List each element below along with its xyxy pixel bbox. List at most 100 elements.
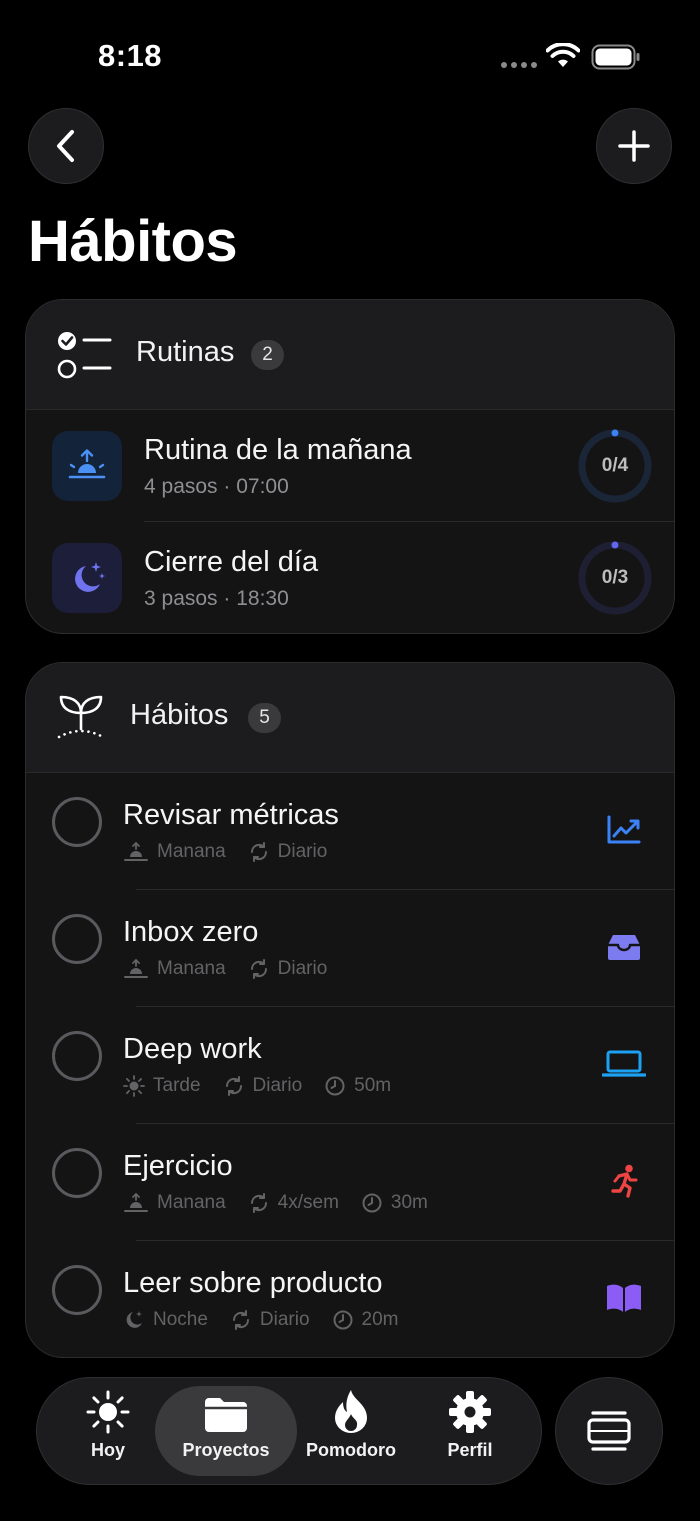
- cellular-signal-icon: [501, 62, 537, 68]
- habit-checkbox[interactable]: [52, 1031, 102, 1081]
- tab-label: Hoy: [90, 1440, 125, 1460]
- habit-time-of-day: Manana: [157, 841, 226, 862]
- habit-duration: 50m: [354, 1075, 392, 1096]
- habit-meta: Tarde Diario 50m: [123, 1075, 413, 1097]
- habit-row[interactable]: Revisar métricas Manana Diario: [26, 773, 674, 890]
- checklist-icon: [57, 332, 112, 379]
- routine-subtitle: 3 pasos · 18:30: [144, 587, 289, 610]
- book-open-icon: [607, 1284, 641, 1312]
- status-bar: 8:18: [0, 0, 700, 110]
- habit-row[interactable]: Leer sobre producto Noche Diario 20m: [26, 1241, 674, 1357]
- habits-header-label: Hábitos: [130, 699, 229, 731]
- tab-label: Perfil: [447, 1440, 493, 1460]
- habit-duration: 20m: [361, 1309, 399, 1330]
- tab-bar: Hoy Proyectos Pomodoro Perfil: [36, 1377, 542, 1485]
- add-button[interactable]: [596, 108, 672, 184]
- repeat-icon: [250, 959, 267, 979]
- sunrise-icon: [124, 841, 148, 861]
- sunrise-icon: [68, 449, 106, 479]
- routine-title: Cierre del día: [144, 546, 319, 578]
- tab-label: Pomodoro: [306, 1440, 396, 1460]
- habit-icon: [601, 927, 647, 967]
- gear-icon: [449, 1391, 491, 1433]
- habit-meta: Manana Diario: [123, 841, 349, 863]
- habit-meta: Manana 4x/sem 30m: [123, 1192, 450, 1214]
- habit-row[interactable]: Deep work Tarde Diario 50m: [26, 1007, 674, 1124]
- habit-icon: [601, 1278, 647, 1318]
- habit-duration: 30m: [390, 1192, 428, 1213]
- habit-icon: [601, 1161, 647, 1201]
- habit-checkbox[interactable]: [52, 1265, 102, 1315]
- habit-frequency: Diario: [259, 1309, 310, 1330]
- laptop-icon: [602, 1050, 646, 1077]
- habit-time-of-day: Manana: [157, 1192, 226, 1213]
- running-icon: [611, 1164, 638, 1198]
- clock-icon: [362, 1193, 382, 1213]
- habit-title: Deep work: [123, 1033, 262, 1065]
- habit-checkbox[interactable]: [52, 1148, 102, 1198]
- habit-time-of-day: Manana: [157, 958, 226, 979]
- moon-stars-icon: [75, 562, 105, 592]
- routine-icon-box: [52, 543, 122, 613]
- habit-time-of-day: Tarde: [153, 1075, 201, 1096]
- progress-label: 0/3: [601, 567, 629, 588]
- routines-card: Rutinas 2 Rutina de la mañana 4 pasos · …: [25, 299, 675, 634]
- repeat-icon: [250, 1193, 267, 1213]
- clock-icon: [325, 1076, 345, 1096]
- tab-pomodoro[interactable]: Pomodoro: [299, 1386, 403, 1476]
- routines-header-label: Rutinas: [136, 336, 235, 368]
- habit-frequency: Diario: [252, 1075, 303, 1096]
- routine-title: Rutina de la mañana: [144, 434, 412, 466]
- routine-row[interactable]: Rutina de la mañana 4 pasos · 07:00 0/4: [26, 410, 674, 522]
- repeat-icon: [232, 1310, 249, 1330]
- sun-icon: [123, 1075, 145, 1097]
- habit-checkbox[interactable]: [52, 797, 102, 847]
- progress-label: 0/4: [601, 455, 629, 476]
- routine-row[interactable]: Cierre del día 3 pasos · 18:30 0/3: [26, 522, 674, 633]
- habit-time-of-day: Noche: [153, 1309, 208, 1330]
- back-button[interactable]: [28, 108, 104, 184]
- habit-icon: [601, 1044, 647, 1084]
- wifi-icon: [546, 43, 580, 67]
- flame-icon: [335, 1390, 367, 1433]
- plus-icon: [618, 130, 650, 162]
- inbox-tray-icon: [608, 935, 640, 960]
- clock-icon: [333, 1310, 353, 1330]
- repeat-icon: [250, 842, 267, 862]
- habit-title: Leer sobre producto: [123, 1267, 383, 1299]
- habit-meta: Manana Diario: [123, 958, 349, 980]
- tab-proyectos[interactable]: Proyectos: [155, 1386, 297, 1476]
- habits-count-badge: 5: [248, 703, 281, 733]
- routines-header: Rutinas 2: [26, 300, 674, 410]
- habit-title: Revisar métricas: [123, 799, 339, 831]
- habit-icon: [601, 810, 647, 850]
- battery-icon: [591, 44, 640, 70]
- tab-perfil[interactable]: Perfil: [425, 1386, 515, 1476]
- habit-meta: Noche Diario 20m: [123, 1309, 421, 1331]
- routine-subtitle: 4 pasos · 07:00: [144, 475, 289, 498]
- habit-frequency: 4x/sem: [277, 1192, 339, 1213]
- habit-checkbox[interactable]: [52, 914, 102, 964]
- tab-label: Proyectos: [182, 1440, 270, 1460]
- habit-title: Inbox zero: [123, 916, 259, 948]
- habit-row[interactable]: Ejercicio Manana 4x/sem 30m: [26, 1124, 674, 1241]
- layout-toggle-button[interactable]: [555, 1377, 663, 1485]
- habit-title: Ejercicio: [123, 1150, 233, 1182]
- habits-header: Hábitos 5: [26, 663, 674, 773]
- sunrise-icon: [124, 958, 148, 978]
- sprout-icon: [57, 695, 105, 739]
- folder-icon: [205, 1398, 247, 1432]
- sun-icon: [86, 1390, 130, 1434]
- moon-stars-icon: [126, 1311, 142, 1328]
- sunrise-icon: [124, 1192, 148, 1212]
- habits-card: Hábitos 5 Revisar métricas Manana Diario: [25, 662, 675, 1358]
- habit-frequency: Diario: [277, 958, 328, 979]
- habit-row[interactable]: Inbox zero Manana Diario: [26, 890, 674, 1007]
- routine-icon-box: [52, 431, 122, 501]
- chevron-left-icon: [57, 130, 74, 162]
- repeat-icon: [225, 1076, 242, 1096]
- habit-frequency: Diario: [277, 841, 328, 862]
- page-title: Hábitos: [28, 209, 238, 274]
- tab-hoy[interactable]: Hoy: [63, 1386, 153, 1476]
- rows-layout-icon: [587, 1411, 631, 1451]
